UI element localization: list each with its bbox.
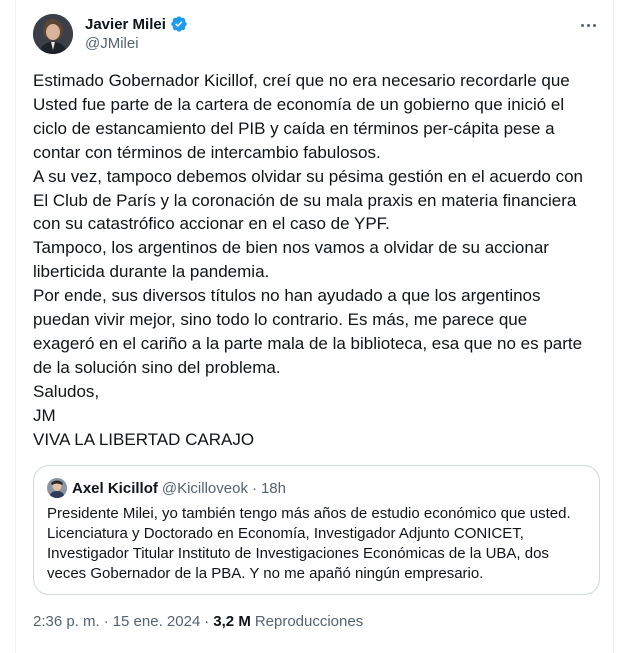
quoted-line: Licenciatura y Doctorado en Economía, In…: [47, 525, 524, 542]
quoted-author-avatar: [47, 478, 67, 498]
tweet-line: de la solución sino del problema.: [33, 357, 281, 377]
verified-badge-icon[interactable]: [170, 15, 188, 33]
tweet-line: Estimado Gobernador Kicillof, creí que n…: [33, 71, 570, 90]
more-horizontal-icon[interactable]: [577, 14, 599, 36]
tweet-line: El Club de París y la coronación de su m…: [33, 190, 577, 210]
author-handle[interactable]: @JMilei: [85, 35, 188, 55]
quoted-tweet-text: Presidente Milei, yo también tengo más a…: [47, 504, 592, 584]
tweet-line: exageró en el cariño a la parte mala de …: [33, 333, 583, 353]
tweet-date[interactable]: 15 ene. 2024: [113, 613, 201, 630]
quoted-tweet-time: 18h: [260, 479, 286, 497]
tweet-line: Tampoco, los argentinos de bien nos vamo…: [33, 238, 549, 258]
tweet-line: A su vez, tampoco debemos olvidar su pés…: [33, 166, 583, 186]
tweet-line: liberticida durante la pandemia.: [33, 262, 270, 282]
tweet-line: con su catastrófico accionar en el caso …: [33, 214, 390, 234]
author-avatar[interactable]: [33, 14, 73, 54]
tweet-line: Por ende, sus diversos títulos no han ay…: [33, 286, 541, 306]
tweet-line: puedan vivir mejor, sino todo lo contrar…: [33, 310, 528, 330]
tweet-time[interactable]: 2:36 p. m.: [33, 613, 100, 630]
quoted-line: Presidente Milei, yo también tengo más a…: [47, 505, 571, 522]
views-label[interactable]: Reproducciones: [255, 613, 363, 630]
quoted-author-handle: @Kicilloveok: [161, 479, 248, 497]
tweet-metadata: 2:36 p. m. · 15 ene. 2024 · 3,2 M Reprod…: [33, 611, 363, 631]
tweet-line: Saludos,: [33, 381, 100, 401]
tweet-line: VIVA LA LIBERTAD CARAJO: [33, 429, 255, 449]
quoted-author-name: Axel Kicillof: [72, 479, 158, 497]
quoted-line: Investigador Titular Instituto de Invest…: [47, 545, 549, 562]
quoted-tweet-header: Axel Kicillof @Kicilloveok · 18h: [47, 478, 286, 498]
views-count[interactable]: 3,2 M: [213, 613, 251, 630]
separator-dot: ·: [204, 612, 210, 630]
quoted-line: veces Gobernador de la PBA. Y no me apañ…: [47, 565, 484, 582]
tweet-line: contar con términos de intercambio fabul…: [33, 142, 381, 162]
separator-dot: ·: [251, 479, 257, 497]
quoted-tweet[interactable]: Axel Kicillof @Kicilloveok · 18h Preside…: [33, 465, 600, 595]
tweet-text: Estimado Gobernador Kicillof, creí que n…: [33, 69, 603, 452]
tweet-line: ciclo de estancamiento del PIB y caída e…: [33, 118, 555, 138]
tweet-line: Usted fue parte de la cartera de economí…: [33, 94, 565, 114]
author-name-row: Javier Milei: [85, 14, 188, 34]
tweet-line: JM: [33, 405, 56, 425]
author-block: Javier Milei @JMilei: [85, 14, 188, 55]
author-name[interactable]: Javier Milei: [85, 16, 166, 33]
tweet-card: Javier Milei @JMilei Estimado Gobernador…: [15, 0, 614, 653]
separator-dot: ·: [103, 612, 109, 630]
